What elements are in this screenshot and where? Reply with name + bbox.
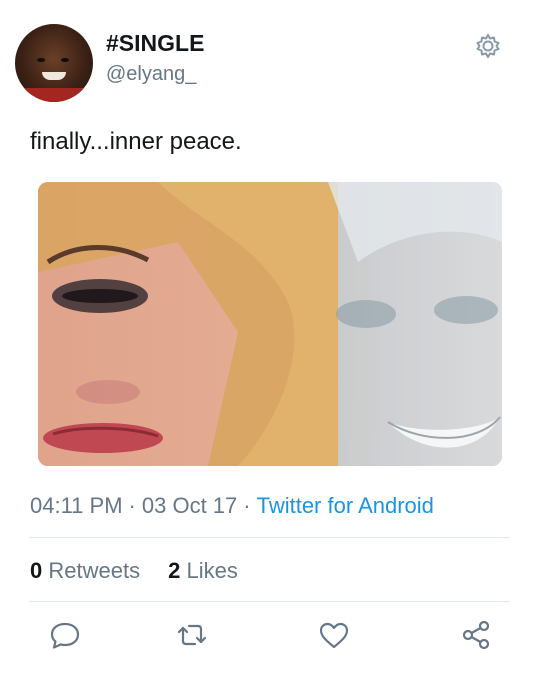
divider: [30, 537, 510, 538]
avatar-eye: [37, 58, 45, 62]
avatar[interactable]: [15, 24, 93, 102]
tweet-date: 03 Oct 17: [141, 493, 238, 518]
tweet-source-link[interactable]: Twitter for Android: [257, 493, 434, 518]
likes-label: Likes: [186, 558, 238, 583]
meta-separator: ·: [243, 493, 251, 518]
tweet-time: 04:11 PM: [30, 493, 123, 518]
display-name[interactable]: #SINGLE: [106, 30, 204, 57]
retweets-stat[interactable]: 0 Retweets: [30, 558, 140, 583]
likes-stat[interactable]: 2 Likes: [168, 558, 238, 583]
retweet-icon[interactable]: [175, 618, 209, 652]
avatar-shirt: [15, 88, 93, 102]
tweet-meta: 04:11 PM · 03 Oct 17 · Twitter for Android: [30, 493, 434, 519]
retweets-count: 0: [30, 558, 43, 583]
share-icon[interactable]: [459, 618, 493, 652]
retweets-label: Retweets: [48, 558, 141, 583]
avatar-eye: [61, 58, 69, 62]
avatar-smile: [42, 72, 66, 80]
reply-icon[interactable]: [48, 618, 82, 652]
divider: [30, 601, 510, 602]
tweet-image[interactable]: [38, 182, 502, 466]
user-handle[interactable]: @elyang_: [106, 63, 196, 86]
tweet-text: finally...inner peace.: [30, 128, 242, 155]
like-icon[interactable]: [317, 618, 351, 652]
likes-count: 2: [168, 558, 181, 583]
gear-icon[interactable]: [474, 32, 502, 60]
tweet-stats: 0 Retweets 2 Likes: [30, 558, 238, 584]
meta-separator: ·: [128, 493, 136, 518]
